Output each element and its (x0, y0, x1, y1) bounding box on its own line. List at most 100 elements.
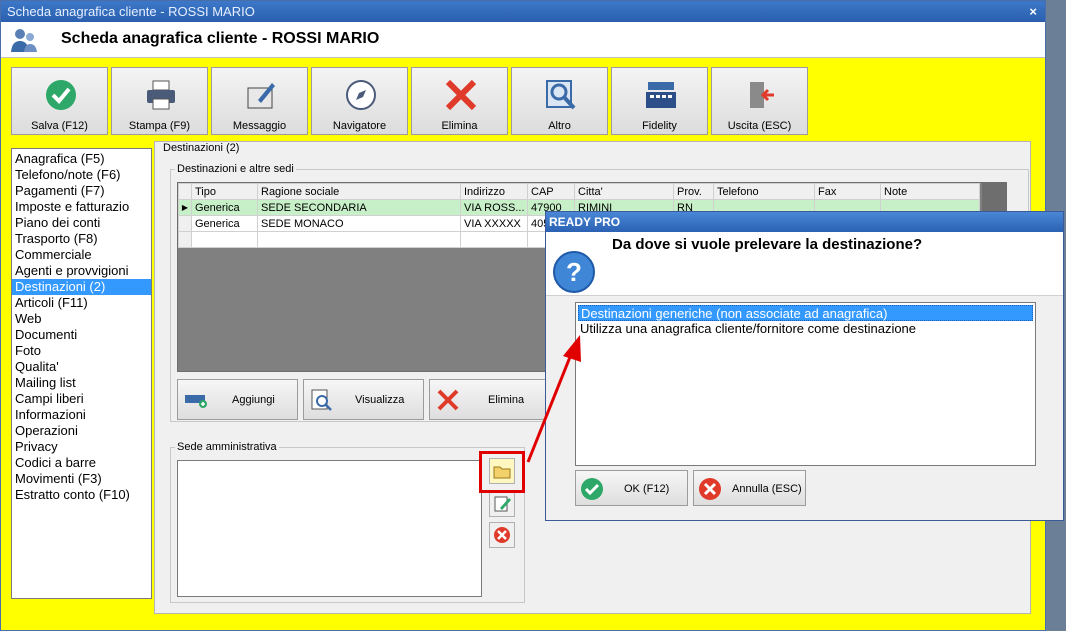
message-button-label: Messaggio (232, 120, 287, 132)
grid-cell[interactable]: SEDE MONACO (257, 215, 461, 232)
nav-item[interactable]: Anagrafica (F5) (12, 151, 151, 167)
column-header[interactable]: Indirizzo (460, 183, 528, 200)
compass-icon (346, 80, 376, 110)
close-icon[interactable]: × (1029, 1, 1037, 22)
destinations-group-title: Destinazioni (2) (161, 142, 242, 154)
customer-icon (11, 29, 37, 52)
nav-item[interactable]: Campi liberi (12, 391, 151, 407)
page-title: Scheda anagrafica cliente - ROSSI MARIO (61, 30, 380, 47)
section-nav-list[interactable]: Anagrafica (F5) Telefono/note (F6) Pagam… (11, 148, 152, 599)
cash-register-icon (646, 82, 676, 108)
window-titlebar: Scheda anagrafica cliente - ROSSI MARIO … (1, 1, 1045, 22)
column-header[interactable]: Citta' (574, 183, 674, 200)
grid-cell[interactable]: Generica (191, 215, 258, 232)
remove-circle-icon (494, 527, 510, 543)
more-button-label: Altro (548, 120, 571, 132)
dialog-question: Da dove si vuole prelevare la destinazio… (612, 236, 923, 253)
row-pointer-icon: ▶ (178, 199, 192, 216)
nav-item[interactable]: Piano dei conti (12, 215, 151, 231)
cancel-button[interactable]: Annulla (ESC) (693, 470, 806, 506)
view-destination-label: Visualizza (355, 394, 405, 406)
fidelity-button[interactable]: Fidelity (611, 67, 708, 135)
svg-text:?: ? (566, 257, 582, 287)
navigator-button[interactable]: Navigatore (311, 67, 408, 135)
row-indicator (178, 215, 192, 232)
destination-source-dialog: READY PRO ? Da dove si vuole prelevare l… (545, 211, 1064, 521)
red-x-icon (445, 79, 477, 111)
row-indicator (178, 231, 192, 248)
message-edit-icon (247, 83, 275, 109)
nav-item[interactable]: Movimenti (F3) (12, 471, 151, 487)
nav-item[interactable]: Qualita' (12, 359, 151, 375)
grid-cell[interactable] (257, 231, 461, 248)
column-header[interactable]: Prov. (673, 183, 714, 200)
nav-item[interactable]: Imposte e fatturazio (12, 199, 151, 215)
nav-item[interactable]: Foto (12, 343, 151, 359)
check-circle-icon (581, 478, 603, 500)
sede-group-title: Sede amministrativa (175, 441, 279, 453)
add-destination-label: Aggiungi (232, 394, 275, 406)
message-button[interactable]: Messaggio (211, 67, 308, 135)
nav-item[interactable]: Informazioni (12, 407, 151, 423)
delete-button[interactable]: Elimina (411, 67, 508, 135)
grid-cell[interactable] (460, 231, 528, 248)
nav-item[interactable]: Mailing list (12, 375, 151, 391)
view-destination-button[interactable]: Visualizza (303, 379, 424, 420)
page-header: Scheda anagrafica cliente - ROSSI MARIO (1, 22, 1045, 58)
column-header[interactable]: Tipo (191, 183, 258, 200)
destinations-subgroup-title: Destinazioni e altre sedi (175, 163, 296, 175)
grid-cell[interactable]: Genericа (191, 199, 258, 216)
delete-destination-label: Elimina (488, 394, 525, 406)
column-header[interactable]: Note (880, 183, 980, 200)
nav-item[interactable]: Documenti (12, 327, 151, 343)
nav-item-selected[interactable]: Destinazioni (2) (12, 279, 151, 295)
grid-indicator-header (178, 183, 192, 200)
nav-item[interactable]: Privacy (12, 439, 151, 455)
nav-item[interactable]: Trasporto (F8) (12, 231, 151, 247)
remove-sede-button[interactable] (489, 522, 515, 548)
more-button[interactable]: Altro (511, 67, 608, 135)
sede-amministrativa-field[interactable] (177, 460, 482, 597)
nav-item[interactable]: Telefono/note (F6) (12, 167, 151, 183)
ok-button-label: OK (F12) (624, 483, 670, 495)
nav-item[interactable]: Commerciale (12, 247, 151, 263)
save-button-label: Salva (F12) (31, 120, 88, 132)
grid-cell[interactable]: VIA ROSS... (460, 199, 528, 216)
cancel-button-label: Annulla (ESC) (732, 483, 802, 495)
save-button[interactable]: Salva (F12) (11, 67, 108, 135)
nav-item[interactable]: Codici a barre (12, 455, 151, 471)
column-header[interactable]: Telefono (713, 183, 815, 200)
grid-header-row: Tipo Ragione sociale Indirizzo CAP Citta… (178, 183, 980, 200)
option-generic-destinations[interactable]: Destinazioni generiche (non associate ad… (578, 305, 1033, 321)
column-header[interactable]: CAP (527, 183, 575, 200)
nav-item[interactable]: Operazioni (12, 423, 151, 439)
ok-button[interactable]: OK (F12) (575, 470, 688, 506)
dialog-title: READY PRO (546, 212, 1063, 232)
nav-item[interactable]: Agenti e provvigioni (12, 263, 151, 279)
nav-item[interactable]: Pagamenti (F7) (12, 183, 151, 199)
exit-button-label: Uscita (ESC) (727, 120, 792, 132)
column-header[interactable]: Fax (814, 183, 881, 200)
grid-cell[interactable]: SEDE SECONDARIA (257, 199, 461, 216)
option-use-registry[interactable]: Utilizza una anagrafica cliente/fornitor… (578, 321, 1033, 337)
column-header[interactable]: Ragione sociale (257, 183, 461, 200)
nav-item[interactable]: Web (12, 311, 151, 327)
nav-item[interactable]: Estratto conto (F10) (12, 487, 151, 503)
grid-cell[interactable]: VIA XXXXX (460, 215, 528, 232)
red-x-icon (437, 389, 459, 411)
print-button-label: Stampa (F9) (128, 120, 191, 132)
highlight-annotation-box (479, 451, 525, 493)
print-button[interactable]: Stampa (F9) (111, 67, 208, 135)
add-destination-button[interactable]: Aggiungi (177, 379, 298, 420)
destination-source-list[interactable]: Destinazioni generiche (non associate ad… (575, 302, 1036, 466)
printer-icon (147, 80, 175, 110)
cancel-circle-icon (699, 478, 721, 500)
grid-cell[interactable] (191, 231, 258, 248)
edit-sede-button[interactable] (489, 491, 515, 517)
add-card-icon (185, 395, 207, 408)
exit-button[interactable]: Uscita (ESC) (711, 67, 808, 135)
navigator-button-label: Navigatore (332, 120, 387, 132)
delete-destination-button[interactable]: Elimina (429, 379, 547, 420)
nav-item[interactable]: Articoli (F11) (12, 295, 151, 311)
check-circle-icon (46, 80, 76, 110)
